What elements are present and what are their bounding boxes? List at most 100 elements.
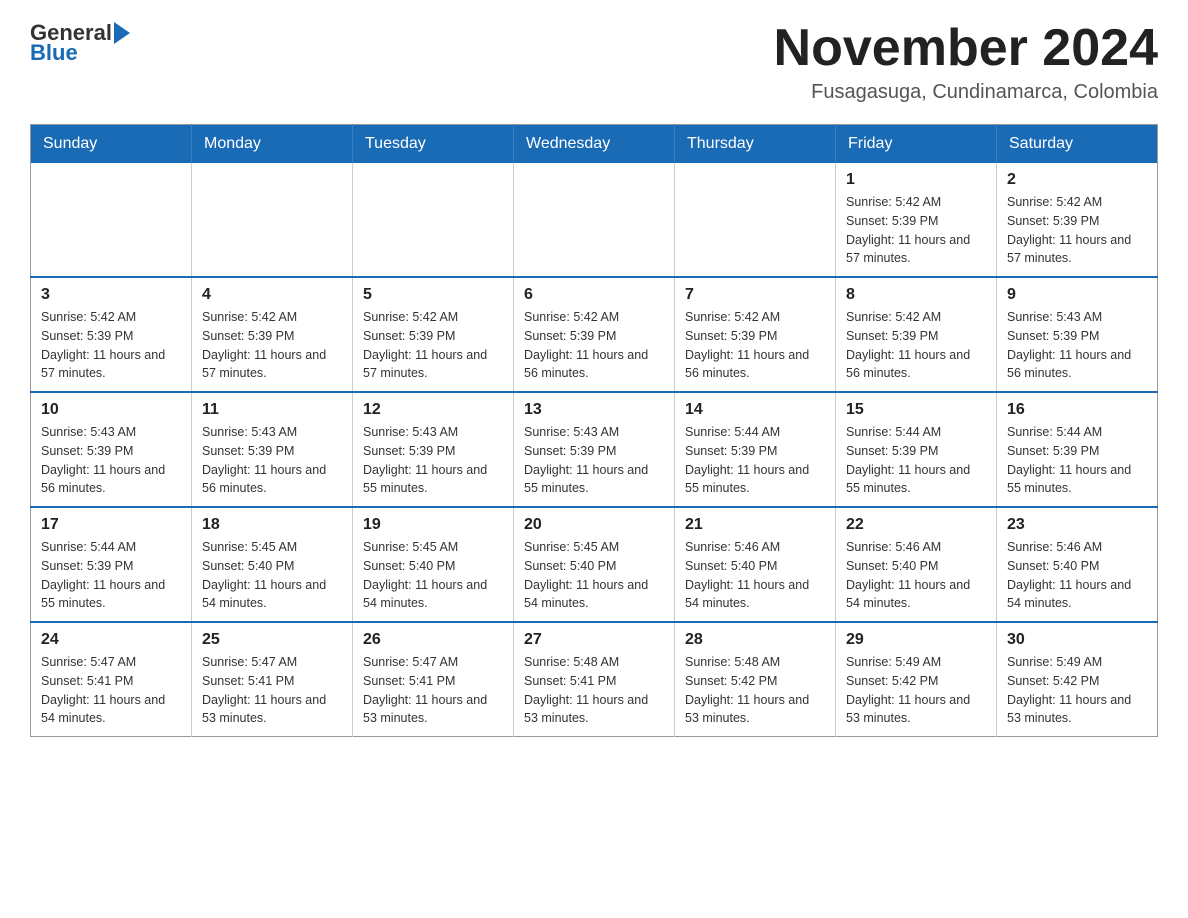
sun-info: Sunrise: 5:46 AMSunset: 5:40 PMDaylight:… xyxy=(685,538,825,613)
calendar-week-row: 24 Sunrise: 5:47 AMSunset: 5:41 PMDayligh… xyxy=(31,622,1158,737)
page-header: General Blue November 2024 Fusagasuga, C… xyxy=(30,20,1158,104)
day-number: 3 xyxy=(41,286,181,304)
calendar-week-row: 10 Sunrise: 5:43 AMSunset: 5:39 PMDayligh… xyxy=(31,392,1158,507)
calendar-week-row: 17Sunrise: 5:44 AMSunset: 5:39 PMDayligh… xyxy=(31,507,1158,622)
weekday-header-friday: Friday xyxy=(836,125,997,164)
weekday-header-sunday: Sunday xyxy=(31,125,192,164)
calendar-cell: 26 Sunrise: 5:47 AMSunset: 5:41 PMDayligh… xyxy=(353,622,514,737)
day-number: 7 xyxy=(685,286,825,304)
sun-info: Sunrise: 5:42 AMSunset: 5:39 PMDaylight:… xyxy=(202,308,342,383)
day-number: 28 xyxy=(685,631,825,649)
sun-info: Sunrise: 5:43 AMSunset: 5:39 PMDaylight:… xyxy=(41,423,181,498)
sun-info: Sunrise: 5:43 AMSunset: 5:39 PMDaylight:… xyxy=(1007,308,1147,383)
calendar-cell: 23 Sunrise: 5:46 AMSunset: 5:40 PMDayligh… xyxy=(997,507,1158,622)
calendar-cell: 3 Sunrise: 5:42 AMSunset: 5:39 PMDaylight… xyxy=(31,277,192,392)
calendar-cell: 12 Sunrise: 5:43 AMSunset: 5:39 PMDayligh… xyxy=(353,392,514,507)
day-number: 9 xyxy=(1007,286,1147,304)
sun-info: Sunrise: 5:46 AMSunset: 5:40 PMDaylight:… xyxy=(846,538,986,613)
calendar-cell: 6 Sunrise: 5:42 AMSunset: 5:39 PMDaylight… xyxy=(514,277,675,392)
sun-info: Sunrise: 5:44 AMSunset: 5:39 PMDaylight:… xyxy=(1007,423,1147,498)
logo-blue-text: Blue xyxy=(30,40,130,66)
weekday-header-wednesday: Wednesday xyxy=(514,125,675,164)
day-number: 13 xyxy=(524,401,664,419)
sun-info: Sunrise: 5:44 AMSunset: 5:39 PMDaylight:… xyxy=(846,423,986,498)
calendar-cell: 11 Sunrise: 5:43 AMSunset: 5:39 PMDayligh… xyxy=(192,392,353,507)
title-section: November 2024 Fusagasuga, Cundinamarca, … xyxy=(774,20,1158,104)
day-number: 2 xyxy=(1007,171,1147,189)
sun-info: Sunrise: 5:42 AMSunset: 5:39 PMDaylight:… xyxy=(846,308,986,383)
calendar-cell xyxy=(31,163,192,277)
calendar-cell: 4 Sunrise: 5:42 AMSunset: 5:39 PMDaylight… xyxy=(192,277,353,392)
day-number: 11 xyxy=(202,401,342,419)
weekday-header-thursday: Thursday xyxy=(675,125,836,164)
sun-info: Sunrise: 5:46 AMSunset: 5:40 PMDaylight:… xyxy=(1007,538,1147,613)
day-number: 16 xyxy=(1007,401,1147,419)
sun-info: Sunrise: 5:47 AMSunset: 5:41 PMDaylight:… xyxy=(363,653,503,728)
day-number: 25 xyxy=(202,631,342,649)
calendar-cell: 17Sunrise: 5:44 AMSunset: 5:39 PMDayligh… xyxy=(31,507,192,622)
weekday-header-tuesday: Tuesday xyxy=(353,125,514,164)
day-number: 22 xyxy=(846,516,986,534)
sun-info: Sunrise: 5:43 AMSunset: 5:39 PMDaylight:… xyxy=(524,423,664,498)
sun-info: Sunrise: 5:47 AMSunset: 5:41 PMDaylight:… xyxy=(41,653,181,728)
sun-info: Sunrise: 5:47 AMSunset: 5:41 PMDaylight:… xyxy=(202,653,342,728)
day-number: 30 xyxy=(1007,631,1147,649)
calendar-cell: 15 Sunrise: 5:44 AMSunset: 5:39 PMDayligh… xyxy=(836,392,997,507)
day-number: 18 xyxy=(202,516,342,534)
sun-info: Sunrise: 5:48 AMSunset: 5:41 PMDaylight:… xyxy=(524,653,664,728)
sun-info: Sunrise: 5:45 AMSunset: 5:40 PMDaylight:… xyxy=(202,538,342,613)
weekday-header-saturday: Saturday xyxy=(997,125,1158,164)
calendar-cell: 19 Sunrise: 5:45 AMSunset: 5:40 PMDayligh… xyxy=(353,507,514,622)
calendar-cell xyxy=(192,163,353,277)
calendar-week-row: 1 Sunrise: 5:42 AMSunset: 5:39 PMDaylight… xyxy=(31,163,1158,277)
calendar-cell: 16 Sunrise: 5:44 AMSunset: 5:39 PMDayligh… xyxy=(997,392,1158,507)
calendar-week-row: 3 Sunrise: 5:42 AMSunset: 5:39 PMDaylight… xyxy=(31,277,1158,392)
calendar-cell xyxy=(675,163,836,277)
day-number: 4 xyxy=(202,286,342,304)
calendar-cell: 22 Sunrise: 5:46 AMSunset: 5:40 PMDayligh… xyxy=(836,507,997,622)
calendar-cell: 9 Sunrise: 5:43 AMSunset: 5:39 PMDaylight… xyxy=(997,277,1158,392)
day-number: 27 xyxy=(524,631,664,649)
day-number: 6 xyxy=(524,286,664,304)
sun-info: Sunrise: 5:42 AMSunset: 5:39 PMDaylight:… xyxy=(685,308,825,383)
day-number: 19 xyxy=(363,516,503,534)
day-number: 8 xyxy=(846,286,986,304)
day-number: 14 xyxy=(685,401,825,419)
sun-info: Sunrise: 5:48 AMSunset: 5:42 PMDaylight:… xyxy=(685,653,825,728)
month-year-title: November 2024 xyxy=(774,20,1158,77)
day-number: 26 xyxy=(363,631,503,649)
sun-info: Sunrise: 5:42 AMSunset: 5:39 PMDaylight:… xyxy=(363,308,503,383)
calendar-cell: 28 Sunrise: 5:48 AMSunset: 5:42 PMDayligh… xyxy=(675,622,836,737)
day-number: 1 xyxy=(846,171,986,189)
day-number: 15 xyxy=(846,401,986,419)
day-number: 5 xyxy=(363,286,503,304)
sun-info: Sunrise: 5:44 AMSunset: 5:39 PMDaylight:… xyxy=(685,423,825,498)
calendar-cell: 25 Sunrise: 5:47 AMSunset: 5:41 PMDayligh… xyxy=(192,622,353,737)
sun-info: Sunrise: 5:42 AMSunset: 5:39 PMDaylight:… xyxy=(41,308,181,383)
day-number: 23 xyxy=(1007,516,1147,534)
logo: General Blue xyxy=(30,20,130,66)
sun-info: Sunrise: 5:43 AMSunset: 5:39 PMDaylight:… xyxy=(202,423,342,498)
calendar-cell: 7 Sunrise: 5:42 AMSunset: 5:39 PMDaylight… xyxy=(675,277,836,392)
calendar-table: SundayMondayTuesdayWednesdayThursdayFrid… xyxy=(30,124,1158,737)
weekday-header-row: SundayMondayTuesdayWednesdayThursdayFrid… xyxy=(31,125,1158,164)
sun-info: Sunrise: 5:45 AMSunset: 5:40 PMDaylight:… xyxy=(524,538,664,613)
day-number: 10 xyxy=(41,401,181,419)
day-number: 24 xyxy=(41,631,181,649)
sun-info: Sunrise: 5:42 AMSunset: 5:39 PMDaylight:… xyxy=(1007,193,1147,268)
calendar-cell: 13 Sunrise: 5:43 AMSunset: 5:39 PMDayligh… xyxy=(514,392,675,507)
sun-info: Sunrise: 5:44 AMSunset: 5:39 PMDaylight:… xyxy=(41,538,181,613)
day-number: 12 xyxy=(363,401,503,419)
day-number: 29 xyxy=(846,631,986,649)
sun-info: Sunrise: 5:49 AMSunset: 5:42 PMDaylight:… xyxy=(846,653,986,728)
sun-info: Sunrise: 5:43 AMSunset: 5:39 PMDaylight:… xyxy=(363,423,503,498)
calendar-cell: 10 Sunrise: 5:43 AMSunset: 5:39 PMDayligh… xyxy=(31,392,192,507)
calendar-cell: 20Sunrise: 5:45 AMSunset: 5:40 PMDayligh… xyxy=(514,507,675,622)
calendar-cell: 21 Sunrise: 5:46 AMSunset: 5:40 PMDayligh… xyxy=(675,507,836,622)
calendar-cell: 14 Sunrise: 5:44 AMSunset: 5:39 PMDayligh… xyxy=(675,392,836,507)
day-number: 21 xyxy=(685,516,825,534)
calendar-cell: 1Sunrise: 5:42 AMSunset: 5:39 PMDaylight… xyxy=(836,163,997,277)
location-subtitle: Fusagasuga, Cundinamarca, Colombia xyxy=(774,81,1158,104)
sun-info: Sunrise: 5:45 AMSunset: 5:40 PMDaylight:… xyxy=(363,538,503,613)
sun-info: Sunrise: 5:42 AMSunset: 5:39 PMDaylight:… xyxy=(524,308,664,383)
